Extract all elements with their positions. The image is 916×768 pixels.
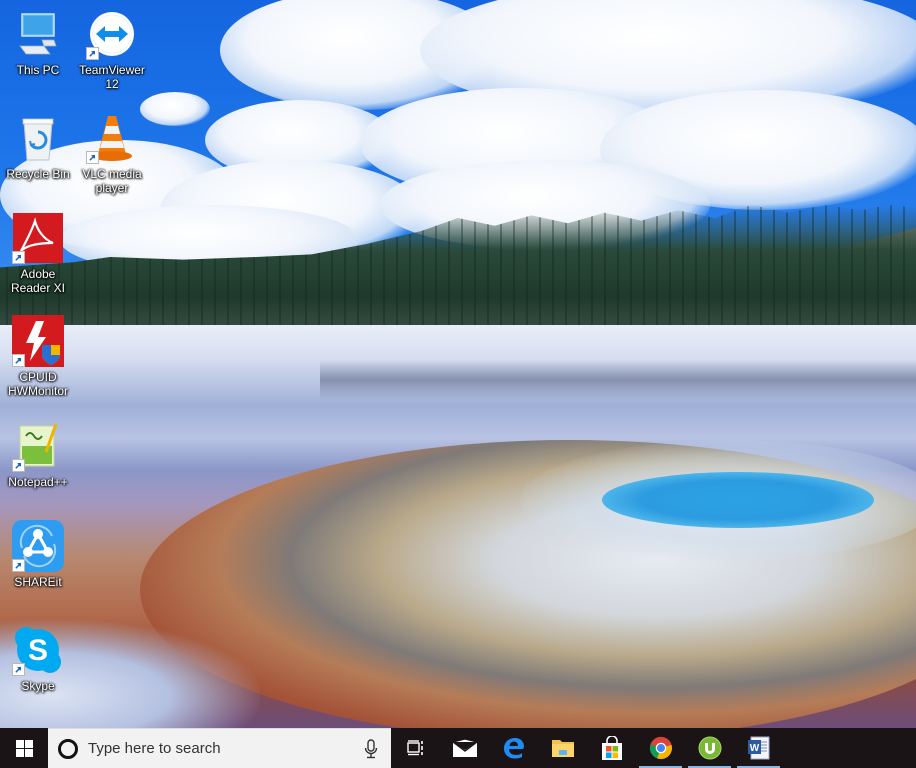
vlc-cone-icon <box>86 112 138 164</box>
hwmonitor-icon <box>12 315 64 367</box>
taskbar: Type here to search W <box>0 728 916 768</box>
computer-icon <box>12 8 64 60</box>
desktop-icon-skype[interactable]: S Skype <box>0 624 76 693</box>
desktop-icon-this-pc[interactable]: This PC <box>0 8 76 77</box>
shortcut-arrow-icon <box>12 559 25 572</box>
taskbar-file-explorer[interactable] <box>538 728 587 768</box>
desktop-icon-label: SHAREit <box>14 575 62 589</box>
start-button[interactable] <box>0 728 48 768</box>
shortcut-arrow-icon <box>12 354 25 367</box>
taskbar-search-box[interactable]: Type here to search <box>48 728 391 768</box>
taskbar-edge[interactable] <box>489 728 538 768</box>
task-view-icon <box>406 740 423 756</box>
svg-text:W: W <box>749 743 759 754</box>
shortcut-arrow-icon <box>12 663 25 676</box>
desktop-icon-vlc[interactable]: VLC media player <box>74 112 150 195</box>
desktop-icon-notepadpp[interactable]: Notepad++ <box>0 420 76 489</box>
notepadpp-icon <box>12 420 64 472</box>
shortcut-arrow-icon <box>12 251 25 264</box>
adobe-reader-icon <box>12 212 64 264</box>
shareit-icon <box>12 520 64 572</box>
desktop-icon-hwmonitor[interactable]: CPUID HWMonitor <box>0 315 76 398</box>
search-placeholder[interactable]: Type here to search <box>88 740 351 757</box>
desktop-icon-recycle-bin[interactable]: Recycle Bin <box>0 112 76 181</box>
desktop-icon-label: TeamViewer 12 <box>79 63 145 91</box>
desktop-icon-label: Skype <box>21 679 55 693</box>
mail-icon <box>452 739 477 757</box>
desktop-icon-teamviewer[interactable]: TeamViewer 12 <box>74 8 150 91</box>
chrome-icon <box>649 736 672 760</box>
taskbar-store[interactable] <box>587 728 636 768</box>
word-icon: W <box>747 736 769 760</box>
desktop-icon-label: CPUID HWMonitor <box>7 370 68 398</box>
microphone-icon[interactable] <box>351 729 391 768</box>
store-bag-icon <box>601 736 622 760</box>
desktop-icon-label: Notepad++ <box>8 475 68 489</box>
task-view-button[interactable] <box>391 728 440 768</box>
desktop-icon-shareit[interactable]: SHAREit <box>0 520 76 589</box>
skype-icon: S <box>12 624 64 676</box>
svg-text:S: S <box>28 634 48 667</box>
teamviewer-icon <box>86 8 138 60</box>
utorrent-icon <box>698 736 721 760</box>
shortcut-arrow-icon <box>12 459 25 472</box>
recycle-bin-icon <box>12 112 64 164</box>
desktop-icon-label: VLC media player <box>82 167 142 195</box>
taskbar-utorrent[interactable] <box>685 728 734 768</box>
windows-logo-icon <box>15 739 33 757</box>
shortcut-arrow-icon <box>86 151 99 164</box>
shortcut-arrow-icon <box>86 47 99 60</box>
desktop-icon-label: Recycle Bin <box>6 167 70 181</box>
desktop-icon-label: This PC <box>16 63 60 77</box>
taskbar-chrome[interactable] <box>636 728 685 768</box>
folder-icon <box>551 740 574 757</box>
cortana-circle-icon <box>58 738 78 759</box>
taskbar-mail[interactable] <box>440 728 489 768</box>
desktop-icon-adobe-reader[interactable]: Adobe Reader XI <box>0 212 76 295</box>
desktop-icon-label: Adobe Reader XI <box>10 267 66 295</box>
edge-icon <box>503 738 524 759</box>
taskbar-word[interactable]: W <box>734 728 783 768</box>
desktop-icon-grid: This PC TeamViewer 12 Recycle Bin VLC me… <box>0 0 916 728</box>
